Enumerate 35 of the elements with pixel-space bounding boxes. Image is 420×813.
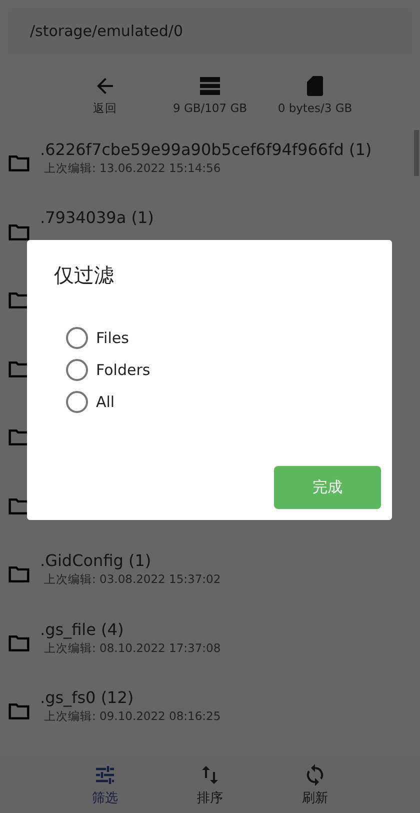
radio-button[interactable] [66, 359, 88, 381]
radio-button[interactable] [66, 327, 88, 349]
folder-icon [8, 222, 30, 242]
folder-name[interactable]: .gs_fs0 (12) [40, 688, 221, 708]
dialog-title: 仅过滤 [54, 262, 115, 289]
toolbar-label: 返回 [93, 101, 117, 116]
nav-tab[interactable]: 筛选 [52, 757, 158, 813]
storage-icon[interactable] [198, 74, 222, 98]
toolbar-label: 9 GB/107 GB [172, 101, 248, 115]
folder-icon [8, 632, 30, 653]
option-label[interactable]: Files [96, 329, 129, 347]
radio-button[interactable] [66, 391, 88, 413]
folder-name[interactable]: .6226f7cbe59e99a90b5cef6f94f966fd (1) [40, 140, 372, 160]
folder-icon [8, 564, 30, 584]
option-label[interactable]: All [96, 393, 115, 411]
modified-date: 上次编辑: 03.08.2022 15:37:02 [43, 572, 221, 588]
done-button[interactable]: 完成 [274, 466, 381, 509]
nav-tab[interactable]: 排序 [158, 757, 262, 813]
folder-icon [8, 358, 30, 379]
folder-icon [8, 427, 30, 448]
folder-name[interactable]: .7934039a (1) [40, 208, 154, 228]
folder-icon [8, 153, 30, 174]
folder-name[interactable]: .gs_file (4) [40, 620, 221, 639]
filter-sliders-icon [93, 763, 117, 787]
folder-name[interactable]: .GidConfig (1) [40, 551, 221, 570]
toolbar-label: 0 bytes/3 GB [278, 101, 352, 115]
option-label[interactable]: Folders [96, 361, 150, 379]
folder-icon [8, 290, 30, 310]
scrollbar[interactable] [414, 130, 419, 176]
modified-date: 上次编辑: 13.06.2022 15:14:56 [43, 161, 222, 176]
folder-icon [8, 496, 30, 516]
modified-date: 上次编辑: 09.10.2022 08:16:25 [43, 709, 221, 724]
folder-icon [8, 701, 30, 722]
nav-tab[interactable]: 刷新 [262, 757, 368, 813]
modified-date: 上次编辑: 08.10.2022 17:37:08 [43, 640, 221, 656]
